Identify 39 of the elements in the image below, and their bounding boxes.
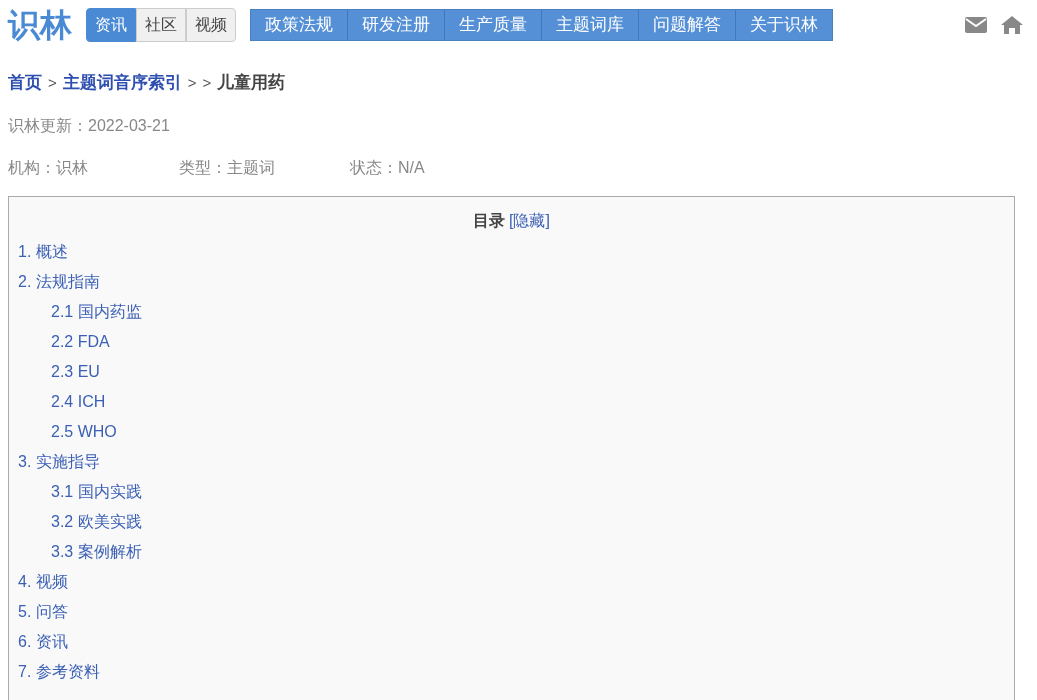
nav-link[interactable]: 问题解答 bbox=[638, 10, 735, 40]
toc-link[interactable]: 7. 参考资料 bbox=[18, 659, 100, 684]
toc-link[interactable]: 1. 概述 bbox=[18, 239, 68, 264]
nav-link[interactable]: 生产质量 bbox=[444, 10, 541, 40]
nav-link[interactable]: 研发注册 bbox=[347, 10, 444, 40]
update-date: 识林更新：2022-03-21 bbox=[8, 115, 171, 136]
toc-link[interactable]: 4. 视频 bbox=[18, 569, 68, 594]
breadcrumb-link[interactable]: 主题词音序索引 bbox=[62, 70, 182, 96]
toc-link[interactable]: 3. 实施指导 bbox=[18, 449, 100, 474]
section-tab[interactable]: 资讯 bbox=[86, 8, 136, 42]
toc-link[interactable]: 6. 资讯 bbox=[18, 629, 68, 654]
home-icon[interactable] bbox=[1001, 16, 1023, 34]
toc-link[interactable]: 2.4 ICH bbox=[51, 389, 106, 414]
meta-field: 状态：N/A bbox=[350, 155, 521, 180]
section-tab[interactable]: 视频 bbox=[186, 8, 236, 42]
breadcrumb-separator: > bbox=[202, 72, 212, 93]
site-logo[interactable]: 识林 bbox=[8, 9, 72, 41]
section-tab[interactable]: 社区 bbox=[136, 8, 186, 42]
nav-link[interactable]: 主题词库 bbox=[541, 10, 638, 40]
toc-link[interactable]: 2.3 EU bbox=[51, 359, 100, 384]
mail-icon[interactable] bbox=[965, 17, 987, 33]
nav-link[interactable]: 关于识林 bbox=[735, 10, 832, 40]
breadcrumb-separator: > bbox=[48, 72, 57, 93]
breadcrumb-separator: > bbox=[187, 72, 197, 93]
toc-link[interactable]: 3.3 案例解析 bbox=[51, 539, 142, 564]
toc-link[interactable]: 3.1 国内实践 bbox=[51, 479, 142, 504]
toc-title: 目录 bbox=[473, 210, 506, 231]
toc-link[interactable]: 3.2 欧美实践 bbox=[51, 509, 142, 534]
hide-toc-link[interactable]: [隐藏] bbox=[509, 208, 550, 233]
toc-link[interactable]: 2.5 WHO bbox=[51, 419, 117, 444]
toc-link[interactable]: 2.1 国内药监 bbox=[51, 299, 142, 324]
meta-field: 类型：主题词 bbox=[179, 155, 350, 180]
meta-field: 机构：识林 bbox=[8, 155, 179, 180]
breadcrumb-link[interactable]: 首页 bbox=[8, 70, 42, 96]
breadcrumb-current: 儿童用药 bbox=[217, 72, 286, 94]
toc-link[interactable]: 5. 问答 bbox=[18, 599, 68, 624]
nav-link[interactable]: 政策法规 bbox=[251, 10, 347, 40]
toc-link[interactable]: 2. 法规指南 bbox=[18, 269, 100, 294]
toc-link[interactable]: 2.2 FDA bbox=[51, 329, 110, 354]
